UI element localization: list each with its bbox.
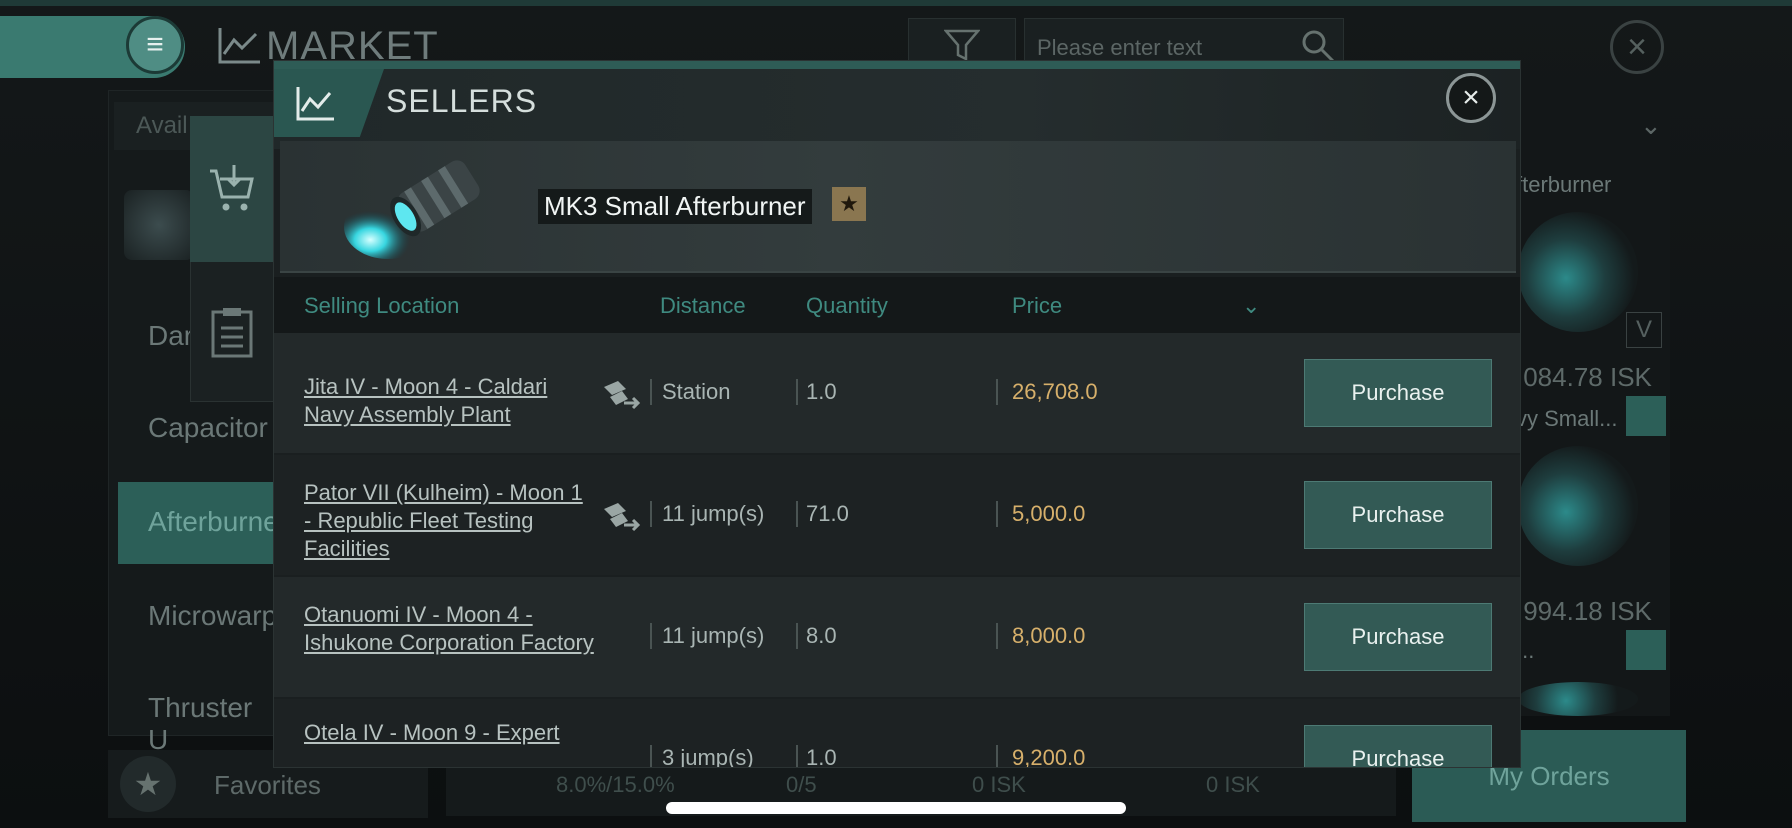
home-indicator[interactable] (666, 802, 1126, 814)
price-value: 26,708.0 (1012, 379, 1098, 404)
grid-item-name: vy Small... (1516, 406, 1618, 431)
purchase-button[interactable]: Purchase (1304, 725, 1492, 767)
quantity-value: 1.0 (806, 745, 837, 768)
column-price[interactable]: Price (1012, 293, 1062, 319)
filter-icon (944, 29, 980, 62)
modal-title: SELLERS (386, 83, 538, 119)
grid-item-flag (1626, 396, 1666, 436)
ship-icon (604, 381, 641, 410)
stat-orders: 0/5 (786, 772, 817, 797)
table-row: Jita IV - Moon 4 - Caldari Navy Assembly… (274, 333, 1520, 453)
divider (650, 501, 652, 527)
favorites-label: Favorites (214, 770, 321, 800)
column-header-row: Selling Location Distance Quantity Price… (274, 277, 1520, 333)
divider (796, 379, 798, 405)
ship-icon (604, 503, 641, 532)
column-distance[interactable]: Distance (660, 293, 746, 319)
selling-location-link[interactable]: Pator VII (Kulheim) - Moon 1 - Republic … (304, 479, 594, 563)
divider (996, 745, 998, 767)
divider (650, 379, 652, 405)
clipboard-icon[interactable] (190, 262, 274, 402)
grid-item-title: fterburner (1516, 172, 1612, 197)
quantity-value: 8.0 (806, 623, 837, 648)
divider (996, 501, 998, 527)
star-icon: ★ (120, 756, 176, 812)
cart-icon[interactable] (190, 116, 274, 262)
sellers-modal: SELLERS × MK3 Small Afterburner ★ Sellin… (273, 60, 1521, 768)
category-item[interactable]: Microwarp (118, 576, 288, 658)
column-quantity[interactable]: Quantity (806, 293, 888, 319)
purchase-button[interactable]: Purchase (1304, 603, 1492, 671)
divider (996, 623, 998, 649)
selling-location-link[interactable]: Otanuomi IV - Moon 4 - Ishukone Corporat… (304, 601, 594, 657)
category-thumbnail (124, 190, 194, 260)
stat-percent: 8.0%/15.0% (556, 772, 675, 797)
divider (650, 623, 652, 649)
divider (996, 379, 998, 405)
item-banner: MK3 Small Afterburner ★ (280, 141, 1516, 273)
screen: ≡ MARKET Please enter text × Avail Dar C… (0, 0, 1792, 828)
search-icon[interactable] (1300, 28, 1336, 64)
grid-item-flag (1626, 630, 1666, 670)
chart-icon (218, 28, 260, 64)
price-value: 9,200.0 (1012, 745, 1086, 768)
item-name: MK3 Small Afterburner (538, 189, 812, 224)
price-value: 5,000.0 (1012, 501, 1086, 526)
modal-accent-bar (274, 61, 1520, 69)
column-location[interactable]: Selling Location (304, 293, 459, 319)
close-icon[interactable]: × (1446, 73, 1496, 123)
distance-value: 3 jump(s) (662, 745, 754, 768)
grid-item-price: ,084.78 ISK (1516, 362, 1652, 392)
table-row: Pator VII (Kulheim) - Moon 1 - Republic … (274, 455, 1520, 575)
stat-isk-2: 0 ISK (1206, 772, 1260, 797)
grid-item-badge: V (1626, 312, 1662, 348)
grid-item-image[interactable] (1518, 682, 1638, 716)
table-row: Otela IV - Moon 9 - Expert 3 jump(s) 1.0… (274, 699, 1520, 768)
grid-item-image[interactable] (1518, 212, 1638, 332)
purchase-button[interactable]: Purchase (1304, 481, 1492, 549)
distance-value: Station (662, 379, 731, 404)
distance-value: 11 jump(s) (662, 501, 765, 526)
divider (796, 623, 798, 649)
stat-isk-1: 0 ISK (972, 772, 1026, 797)
selling-location-link[interactable]: Jita IV - Moon 4 - Caldari Navy Assembly… (304, 373, 594, 429)
quantity-value: 71.0 (806, 501, 849, 526)
grid-item-price: ,994.18 ISK (1516, 596, 1652, 626)
category-item-active[interactable]: Afterburne (118, 482, 288, 564)
close-icon[interactable]: × (1610, 20, 1664, 74)
divider (650, 745, 652, 767)
table-row: Otanuomi IV - Moon 4 - Ishukone Corporat… (274, 577, 1520, 697)
hamburger-icon[interactable]: ≡ (126, 16, 184, 74)
category-item[interactable]: Thruster U (118, 668, 288, 755)
afterburner-image (344, 160, 480, 259)
chevron-down-icon[interactable]: ⌄ (1242, 293, 1260, 319)
purchase-button[interactable]: Purchase (1304, 359, 1492, 427)
quantity-value: 1.0 (806, 379, 837, 404)
selling-location-link[interactable]: Otela IV - Moon 9 - Expert (304, 719, 594, 747)
divider (796, 745, 798, 767)
chevron-down-icon[interactable]: ⌄ (1640, 110, 1662, 141)
distance-value: 11 jump(s) (662, 623, 765, 648)
grid-item-image[interactable] (1518, 446, 1638, 566)
divider (796, 501, 798, 527)
price-value: 8,000.0 (1012, 623, 1086, 648)
star-icon[interactable]: ★ (832, 187, 866, 221)
